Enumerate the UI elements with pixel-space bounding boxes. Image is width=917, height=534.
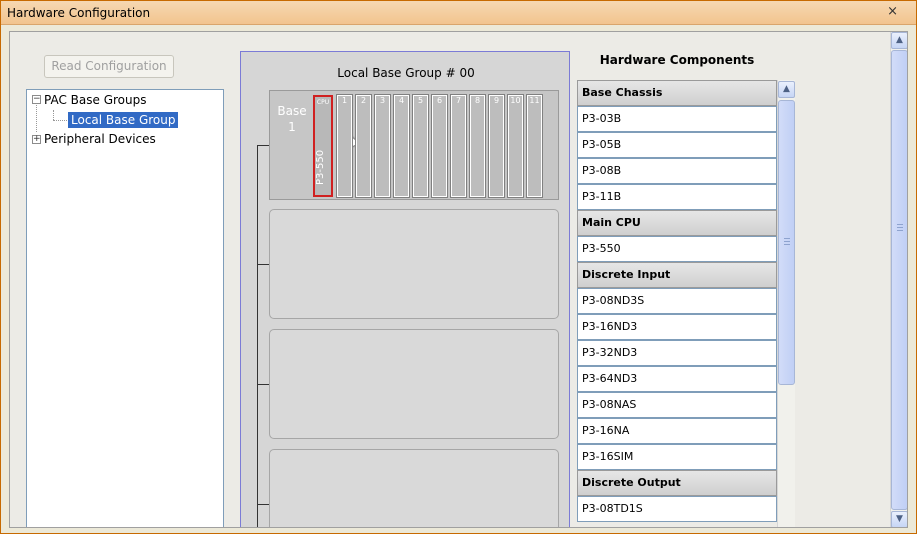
client-area: Read Configuration − PAC Base Groups Loc… [9, 31, 908, 528]
title-bar[interactable]: Hardware Configuration × [1, 1, 916, 25]
slot-7[interactable]: 7 [450, 94, 467, 198]
connector-line [257, 145, 258, 527]
collapse-icon[interactable]: − [32, 95, 41, 104]
group-title: Local Base Group # 00 [337, 66, 475, 80]
category-discrete-input: Discrete Input [577, 262, 777, 288]
slot-8[interactable]: 8 [469, 94, 486, 198]
slot-number: 4 [398, 96, 405, 105]
connector-line [257, 145, 269, 146]
slot-1[interactable]: 1 [336, 94, 353, 198]
scroll-down-icon[interactable]: ▼ [891, 511, 907, 527]
scroll-up-icon[interactable]: ▲ [891, 32, 907, 49]
connector-line [257, 504, 269, 505]
base-label: Base 1 [274, 103, 310, 135]
slot-number: 6 [436, 96, 443, 105]
window-title: Hardware Configuration [7, 6, 151, 20]
grip-line [897, 224, 903, 225]
slot-5[interactable]: 5 [412, 94, 429, 198]
grip-line [897, 227, 903, 228]
component-item[interactable]: P3-550 [577, 236, 777, 262]
tree-item-pac-base-groups[interactable]: PAC Base Groups [44, 92, 146, 108]
tree-item-local-base-group[interactable]: Local Base Group [68, 112, 179, 128]
hardware-config-window: Hardware Configuration × Read Configurat… [0, 0, 917, 534]
slot-number: 10 [510, 96, 521, 105]
category-discrete-output: Discrete Output [577, 470, 777, 496]
component-item[interactable]: P3-08TD1S [577, 496, 777, 522]
base-number: 1 [288, 120, 296, 134]
slot-2[interactable]: 2 [355, 94, 372, 198]
read-configuration-button[interactable]: Read Configuration [44, 55, 174, 78]
slot-number: 2 [360, 96, 367, 105]
component-item[interactable]: P3-16SIM [577, 444, 777, 470]
component-item[interactable]: P3-08NAS [577, 392, 777, 418]
local-base-group-panel: Local Base Group # 00 Base 1 CPU P3-550 … [240, 51, 570, 527]
slot-number: 7 [455, 96, 462, 105]
component-item[interactable]: P3-08ND3S [577, 288, 777, 314]
empty-base-slot[interactable] [269, 329, 559, 439]
slot-11[interactable]: 11 [526, 94, 543, 198]
connector-line [257, 384, 269, 385]
expand-icon[interactable]: + [32, 135, 41, 144]
slot-number: 8 [474, 96, 481, 105]
slot-number: 11 [529, 96, 540, 105]
grip-line [784, 238, 790, 239]
component-item[interactable]: P3-32ND3 [577, 340, 777, 366]
slot-number: 3 [379, 96, 386, 105]
empty-base-slot[interactable] [269, 449, 559, 527]
cpu-module-label: P3-550 [315, 149, 326, 185]
slot-number: 5 [417, 96, 424, 105]
grip-line [784, 244, 790, 245]
components-scrollbar[interactable]: ▲ [777, 80, 795, 527]
component-item[interactable]: P3-08B [577, 158, 777, 184]
slot-6[interactable]: 6 [431, 94, 448, 198]
component-item[interactable]: P3-05B [577, 132, 777, 158]
connector-line [257, 264, 269, 265]
component-item[interactable]: P3-11B [577, 184, 777, 210]
hardware-components-list[interactable]: Base Chassis P3-03B P3-05B P3-08B P3-11B… [577, 80, 797, 527]
component-item[interactable]: P3-03B [577, 106, 777, 132]
main-scrollbar[interactable]: ▲ ▼ [890, 32, 907, 527]
base-rack-1[interactable]: Base 1 CPU P3-550 1 2 3 4 5 6 7 8 9 10 1… [269, 90, 559, 200]
scroll-thumb[interactable] [778, 100, 795, 385]
slot-number: 1 [341, 96, 348, 105]
slot-3[interactable]: 3 [374, 94, 391, 198]
slot-4[interactable]: 4 [393, 94, 410, 198]
grip-line [784, 241, 790, 242]
category-main-cpu: Main CPU [577, 210, 777, 236]
cpu-slot-label: CPU [316, 99, 330, 106]
empty-base-slot[interactable] [269, 209, 559, 319]
cpu-slot[interactable]: CPU P3-550 [313, 95, 333, 197]
grip-line [897, 230, 903, 231]
tree-item-peripheral-devices[interactable]: Peripheral Devices [44, 131, 156, 147]
hardware-components-title: Hardware Components [599, 53, 755, 67]
scroll-thumb[interactable] [891, 50, 907, 510]
component-item[interactable]: P3-64ND3 [577, 366, 777, 392]
base-label-text: Base [277, 104, 307, 118]
slot-9[interactable]: 9 [488, 94, 505, 198]
component-item[interactable]: P3-16ND3 [577, 314, 777, 340]
component-item[interactable]: P3-16NA [577, 418, 777, 444]
tree-connector [53, 120, 67, 121]
tree-connector [53, 110, 54, 120]
slot-10[interactable]: 10 [507, 94, 524, 198]
slot-number: 9 [493, 96, 500, 105]
tree-view[interactable]: − PAC Base Groups Local Base Group + Per… [26, 89, 224, 527]
scroll-up-icon[interactable]: ▲ [778, 81, 795, 98]
category-base-chassis: Base Chassis [577, 80, 777, 106]
close-icon[interactable]: × [887, 4, 898, 19]
tree-connector [36, 102, 37, 132]
